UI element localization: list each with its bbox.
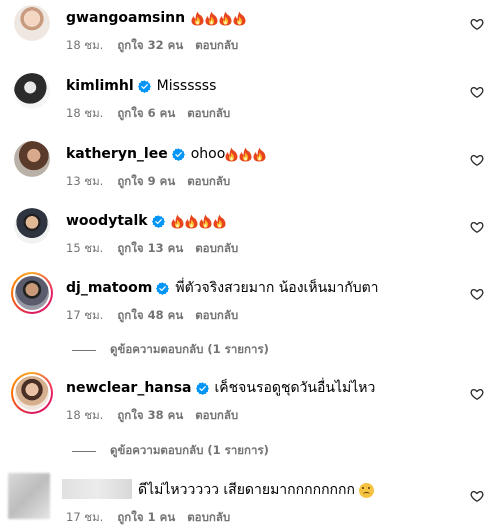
- fire-emoji-icon: [191, 11, 204, 26]
- comment-text: เค็ชจนรอดูชุดวันอื่นไม่ไหว: [214, 380, 376, 396]
- fire-emoji-icon: [233, 11, 246, 26]
- avatar[interactable]: [14, 208, 50, 244]
- heart-icon[interactable]: [470, 287, 484, 301]
- heart-icon[interactable]: [470, 387, 484, 401]
- reply-button[interactable]: ตอบกลับ: [195, 307, 238, 325]
- fire-emoji-icon: [185, 214, 198, 229]
- fire-emoji-icon: [219, 11, 232, 26]
- divider: [72, 450, 96, 452]
- heart-icon[interactable]: [470, 153, 484, 167]
- fire-emoji-icon: [225, 147, 238, 162]
- comment-time: 18 ชม.: [66, 38, 104, 52]
- username[interactable]: katheryn_lee: [66, 146, 168, 162]
- fire-emoji-icon: [171, 214, 184, 229]
- verified-badge-icon: [152, 215, 165, 228]
- comment-text-body: ohoo: [190, 146, 226, 162]
- avatar[interactable]: [11, 272, 53, 314]
- reply-button[interactable]: ตอบกลับ: [195, 37, 238, 55]
- comment-text: Missssss: [156, 78, 217, 94]
- fire-emoji-icon: [213, 214, 226, 229]
- likes-count[interactable]: ถูกใจ 9 คน: [117, 173, 175, 191]
- heart-icon[interactable]: [470, 85, 484, 99]
- view-replies-label: ดูข้อความตอบกลับ (1 รายการ): [110, 342, 269, 356]
- heart-icon[interactable]: [470, 17, 484, 31]
- avatar[interactable]: [11, 372, 53, 414]
- comment-time: 18 ชม.: [66, 106, 104, 120]
- verified-badge-icon: [156, 282, 169, 295]
- comment-time: 13 ชม.: [66, 174, 104, 188]
- blurred-avatar[interactable]: [8, 473, 50, 519]
- comment-time: 15 ชม.: [66, 241, 104, 255]
- likes-count[interactable]: ถูกใจ 48 คน: [117, 307, 183, 325]
- avatar[interactable]: [14, 141, 50, 177]
- likes-count[interactable]: ถูกใจ 6 คน: [117, 105, 175, 123]
- view-replies-button[interactable]: ดูข้อความตอบกลับ (1 รายการ): [72, 442, 269, 460]
- fire-emoji-icon: [253, 147, 266, 162]
- reply-button[interactable]: ตอบกลับ: [195, 407, 238, 425]
- comment-time: 18 ชม.: [66, 408, 104, 422]
- sad-face-emoji-icon: [358, 482, 374, 498]
- verified-badge-icon: [172, 148, 185, 161]
- verified-badge-icon: [138, 80, 151, 93]
- view-replies-button[interactable]: ดูข้อความตอบกลับ (1 รายการ): [72, 341, 269, 359]
- avatar[interactable]: [14, 5, 50, 41]
- reply-button[interactable]: ตอบกลับ: [195, 240, 238, 258]
- reply-button[interactable]: ตอบกลับ: [187, 173, 230, 191]
- username[interactable]: dj_matoom: [66, 280, 152, 296]
- username[interactable]: newclear_hansa: [66, 380, 192, 396]
- likes-count[interactable]: ถูกใจ 13 คน: [117, 240, 183, 258]
- comment-text: ohoo: [191, 146, 268, 162]
- blurred-username: [62, 479, 132, 499]
- username[interactable]: kimlimhl: [66, 78, 134, 94]
- fire-emoji-icon: [239, 147, 252, 162]
- divider: [72, 349, 96, 351]
- likes-count[interactable]: ถูกใจ 1 คน: [117, 509, 175, 527]
- heart-icon[interactable]: [470, 220, 484, 234]
- reply-button[interactable]: ตอบกลับ: [187, 105, 230, 123]
- comment-text: [171, 213, 227, 229]
- heart-icon[interactable]: [470, 489, 484, 503]
- likes-count[interactable]: ถูกใจ 32 คน: [117, 37, 183, 55]
- view-replies-label: ดูข้อความตอบกลับ (1 รายการ): [110, 443, 269, 457]
- comment-text: พี่ตัวจริงสวยมาก น้องเห็นมากับตา: [175, 280, 379, 296]
- reply-button[interactable]: ตอบกลับ: [187, 509, 230, 527]
- comment-time: 17 ชม.: [66, 510, 104, 524]
- fire-emoji-icon: [205, 11, 218, 26]
- likes-count[interactable]: ถูกใจ 38 คน: [117, 407, 183, 425]
- comment-text: [191, 10, 247, 26]
- avatar[interactable]: [14, 73, 50, 109]
- fire-emoji-icon: [199, 214, 212, 229]
- username[interactable]: gwangoamsinn: [66, 10, 185, 26]
- comment-text: ดีไม่ไหววววว เสียดายมากกกกกกกก: [138, 482, 355, 498]
- verified-badge-icon: [196, 382, 209, 395]
- comment-time: 17 ชม.: [66, 308, 104, 322]
- username[interactable]: woodytalk: [66, 213, 148, 229]
